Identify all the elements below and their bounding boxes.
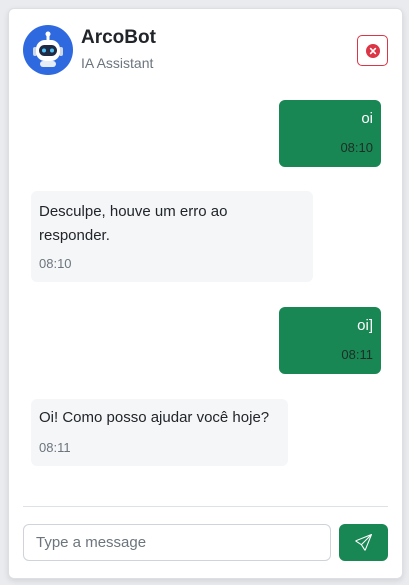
message-input[interactable]	[23, 524, 331, 561]
robot-icon	[33, 31, 63, 67]
chat-panel: ArcoBot IA Assistant oi 08:10 Desculpe, …	[8, 8, 403, 579]
bot-name: ArcoBot	[81, 27, 156, 48]
message-text: oi	[361, 110, 373, 127]
message-time: 08:11	[39, 440, 71, 455]
message-time: 08:10	[39, 256, 72, 271]
close-circle-icon	[366, 44, 380, 58]
close-button[interactable]	[357, 35, 388, 66]
message-time: 08:11	[341, 347, 373, 362]
message-bot: Desculpe, houve um erro ao responder. 08…	[31, 191, 313, 282]
send-icon	[355, 534, 372, 551]
message-user: oi] 08:11	[279, 307, 381, 374]
composer-divider	[23, 506, 388, 507]
message-bot: Oi! Como posso ajudar você hoje? 08:11	[31, 399, 288, 466]
message-text: oi]	[357, 317, 373, 334]
message-text: Oi! Como posso ajudar você hoje?	[39, 409, 270, 426]
message-time: 08:10	[340, 140, 373, 155]
bot-avatar	[23, 25, 73, 75]
send-button[interactable]	[339, 524, 388, 561]
message-user: oi 08:10	[279, 100, 381, 167]
message-text: Desculpe, houve um erro ao responder.	[39, 203, 228, 244]
bot-subtitle: IA Assistant	[81, 55, 154, 71]
